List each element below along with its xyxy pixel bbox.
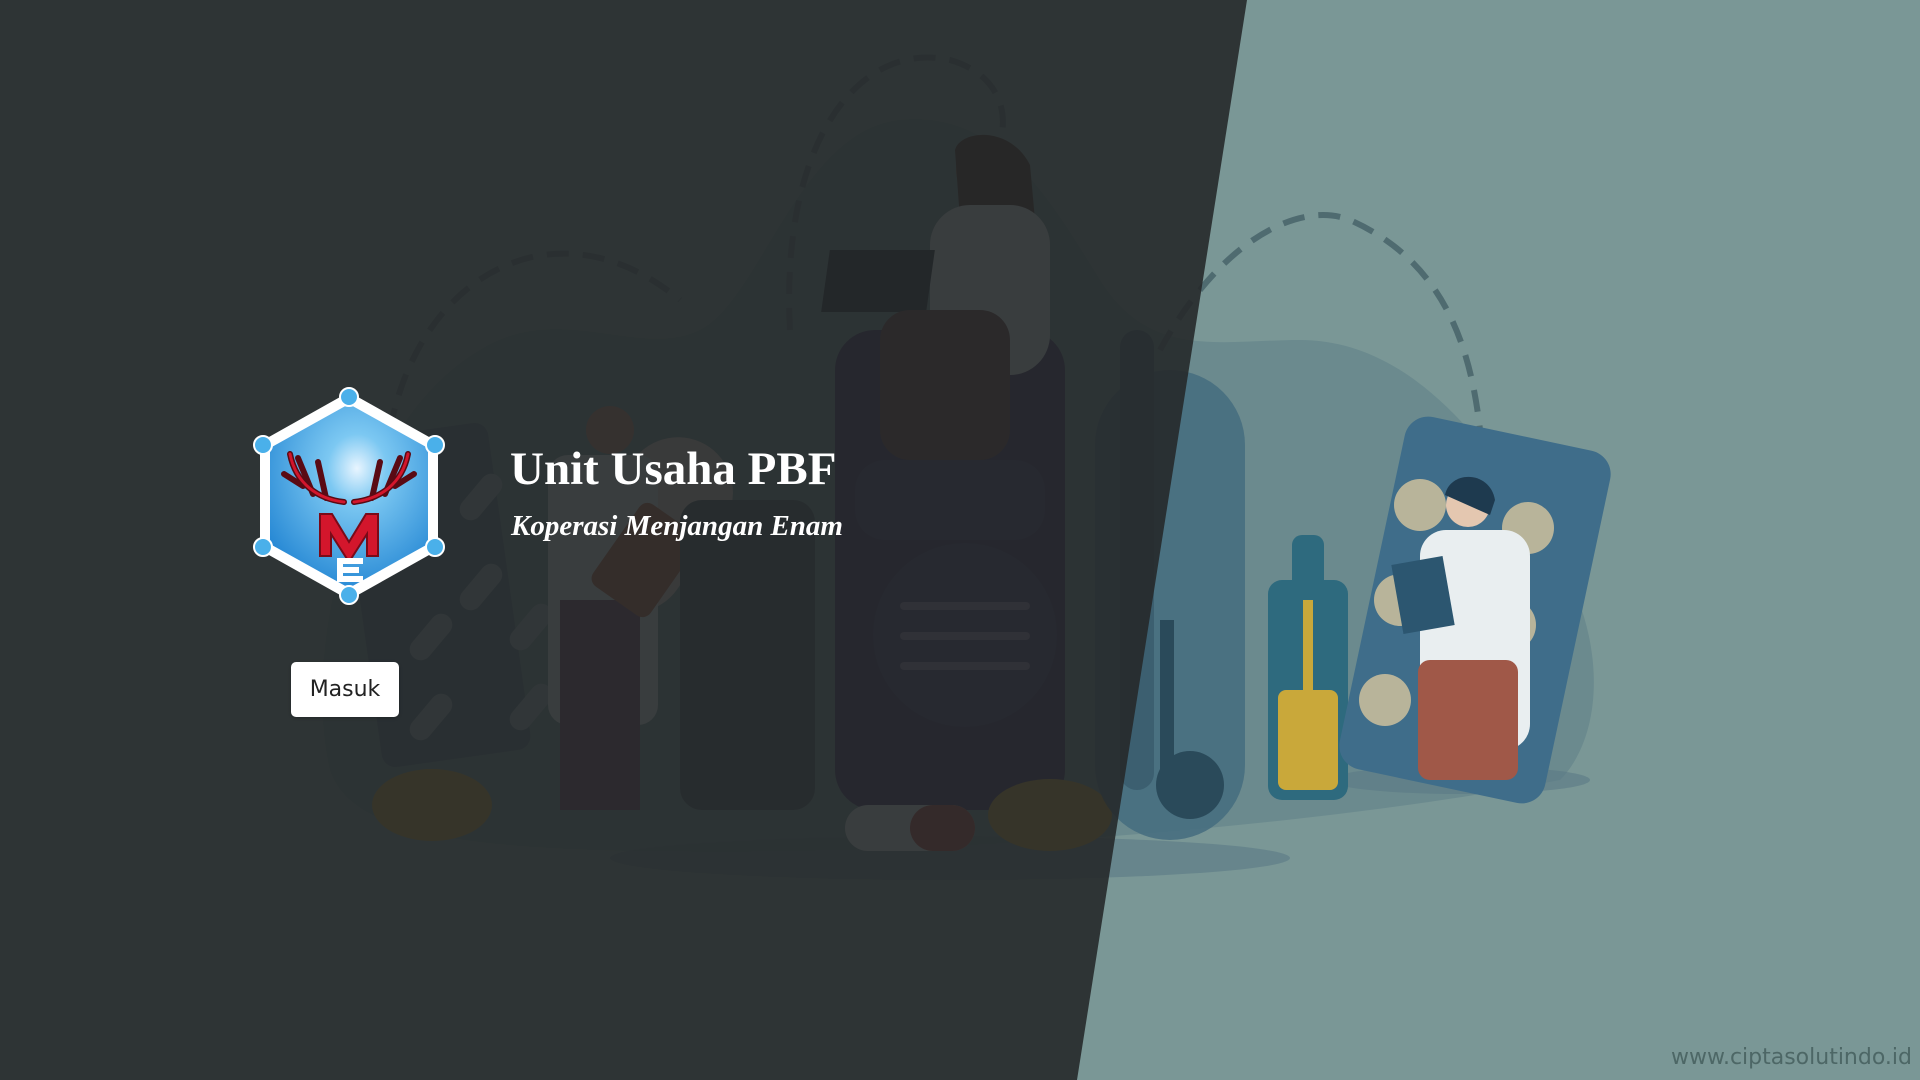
footer-website-link[interactable]: www.ciptasolutindo.id <box>1671 1045 1912 1070</box>
logo-icon <box>253 387 445 605</box>
login-button[interactable]: Masuk <box>291 662 399 717</box>
landing-page: Unit Usaha PBF Koperasi Menjangan Enam M… <box>0 0 1920 1080</box>
page-title: Unit Usaha PBF <box>510 443 837 495</box>
brand-header: Unit Usaha PBF Koperasi Menjangan Enam <box>248 384 968 610</box>
page-subtitle: Koperasi Menjangan Enam <box>511 510 843 542</box>
